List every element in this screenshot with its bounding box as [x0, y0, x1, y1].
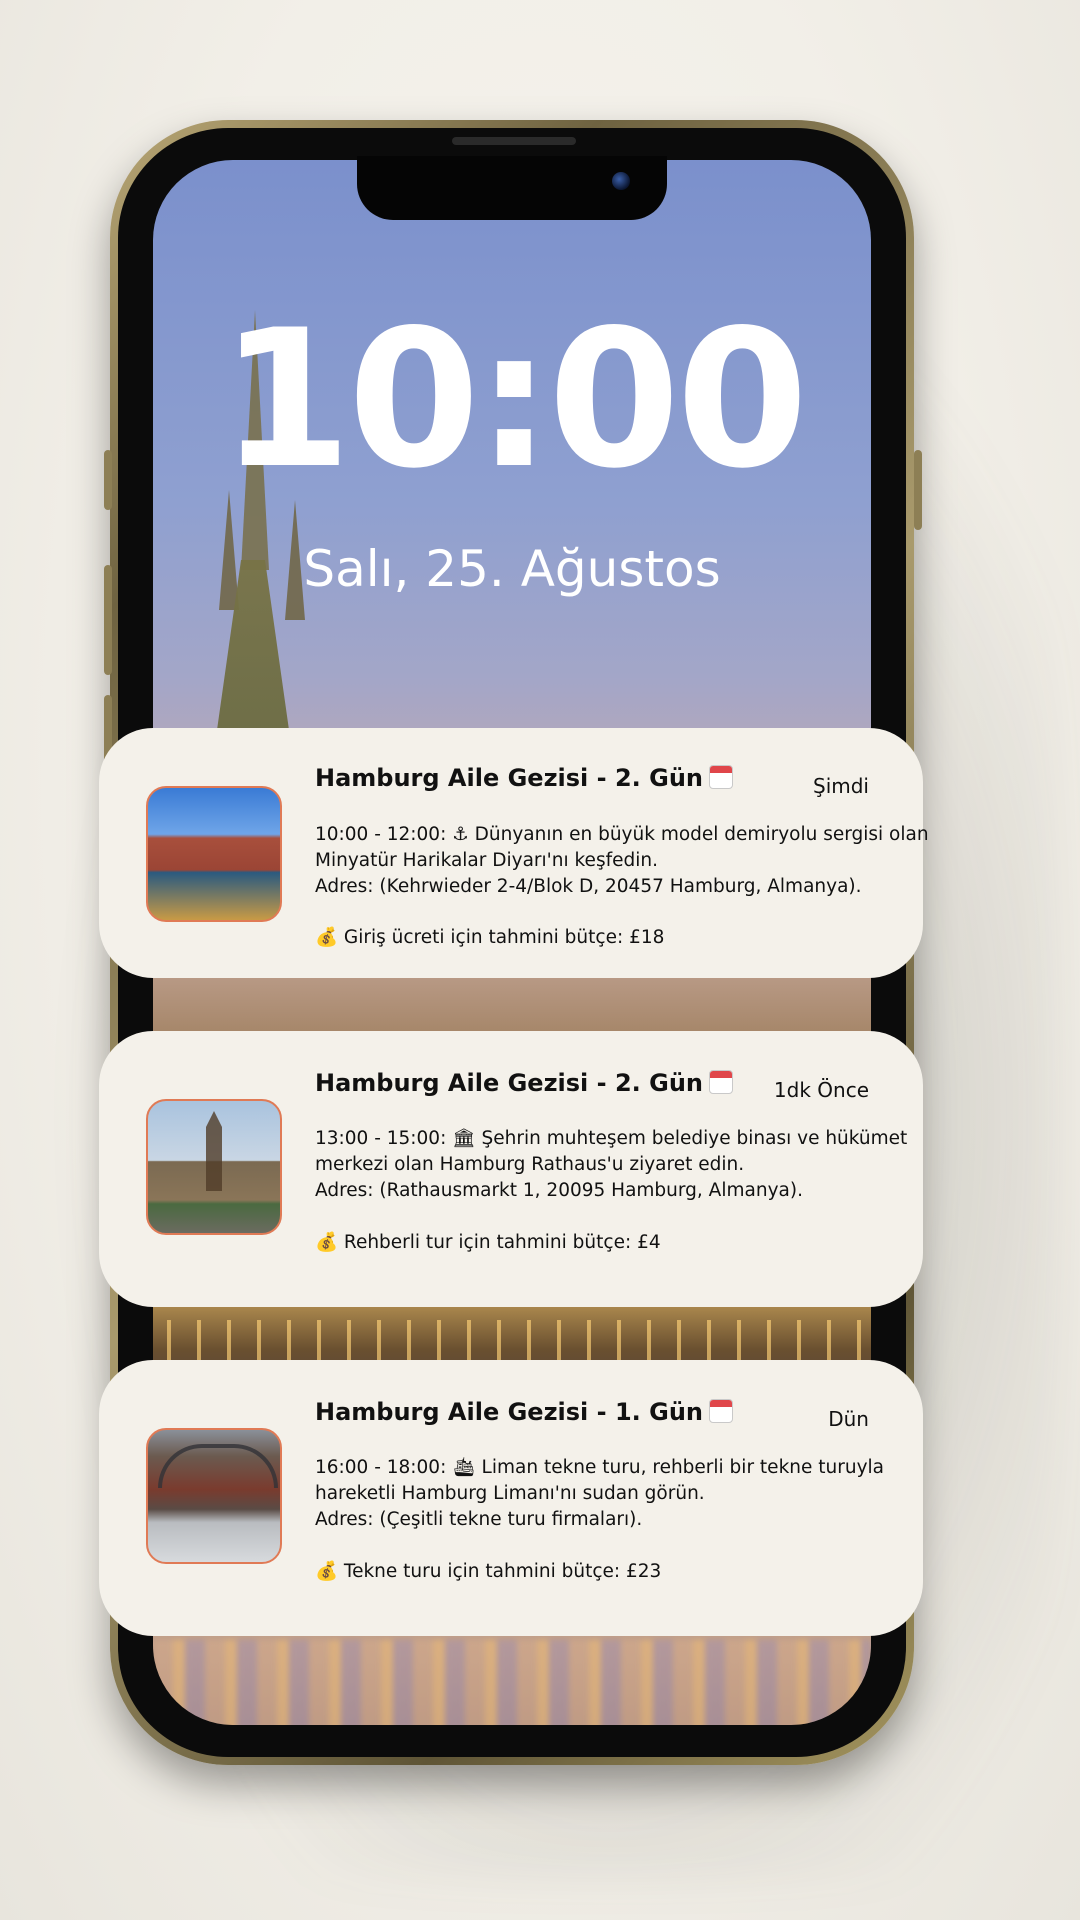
- notification-line: 16:00 - 18:00: 🛳 Liman tekne turu, rehbe…: [315, 1457, 885, 1478]
- notification-line: Minyatür Harikalar Diyarı'nı keşfedin.: [315, 850, 658, 871]
- front-camera: [612, 172, 630, 190]
- notification-title-row: Hamburg Aile Gezisi - 2. Gün: [315, 1069, 733, 1097]
- notification-budget: 💰 Tekne turu için tahmini bütçe: £23: [315, 1561, 662, 1582]
- notification-title-row: Hamburg Aile Gezisi - 2. Gün: [315, 764, 733, 792]
- calendar-icon: [708, 1070, 733, 1094]
- notification-budget: 💰 Rehberli tur için tahmini bütçe: £4: [315, 1232, 661, 1253]
- notification-time: Şimdi: [813, 774, 869, 798]
- power-button[interactable]: [914, 450, 922, 530]
- notification-line: Adres: (Kehrwieder 2-4/Blok D, 20457 Ham…: [315, 876, 862, 897]
- notification-thumbnail: [146, 1099, 282, 1235]
- notification-title: Hamburg Aile Gezisi - 2. Gün: [315, 764, 703, 792]
- notification-card[interactable]: Hamburg Aile Gezisi - 2. Gün 1dk Önce 13…: [99, 1031, 923, 1307]
- notification-line: Adres: (Çeşitli tekne turu firmaları).: [315, 1509, 643, 1530]
- notification-card[interactable]: Hamburg Aile Gezisi - 1. Gün Dün 16:00 -…: [99, 1360, 923, 1636]
- notification-line: hareketli Hamburg Limanı'nı sudan görün.: [315, 1483, 705, 1504]
- notification-title: Hamburg Aile Gezisi - 1. Gün: [315, 1398, 703, 1426]
- notification-body: 13:00 - 15:00: 🏛 Şehrin muhteşem belediy…: [315, 1126, 908, 1204]
- notification-card[interactable]: Hamburg Aile Gezisi - 2. Gün Şimdi 10:00…: [99, 728, 929, 978]
- notification-time: 1dk Önce: [773, 1078, 869, 1102]
- notification-line: merkezi olan Hamburg Rathaus'u ziyaret e…: [315, 1154, 745, 1175]
- notification-budget: 💰 Giriş ücreti için tahmini bütçe: £18: [315, 927, 665, 948]
- notification-body: 10:00 - 12:00: ⚓ Dünyanın en büyük model…: [315, 822, 929, 900]
- volume-up-button[interactable]: [104, 565, 112, 675]
- notification-time: Dün: [828, 1407, 869, 1431]
- water-reflection: [153, 1640, 871, 1725]
- rathaus-tower-icon: [206, 1111, 222, 1191]
- notification-body: 16:00 - 18:00: 🛳 Liman tekne turu, rehbe…: [315, 1455, 895, 1533]
- lockscreen-clock: 10:00: [219, 289, 809, 510]
- calendar-icon: [708, 1399, 733, 1423]
- calendar-icon: [708, 765, 733, 789]
- notification-line: Adres: (Rathausmarkt 1, 20095 Hamburg, A…: [315, 1180, 803, 1201]
- lockscreen-date: Salı, 25. Ağustos: [303, 540, 721, 598]
- mute-switch[interactable]: [104, 450, 112, 510]
- notification-thumbnail: [146, 1428, 282, 1564]
- bridge-arch-icon: [158, 1444, 278, 1488]
- speaker-grille: [452, 137, 576, 145]
- notification-line: 13:00 - 15:00: 🏛 Şehrin muhteşem belediy…: [315, 1128, 908, 1149]
- notification-title: Hamburg Aile Gezisi - 2. Gün: [315, 1069, 703, 1097]
- notification-title-row: Hamburg Aile Gezisi - 1. Gün: [315, 1398, 733, 1426]
- notification-thumbnail: [146, 786, 282, 922]
- notification-line: 10:00 - 12:00: ⚓ Dünyanın en büyük model…: [315, 824, 929, 845]
